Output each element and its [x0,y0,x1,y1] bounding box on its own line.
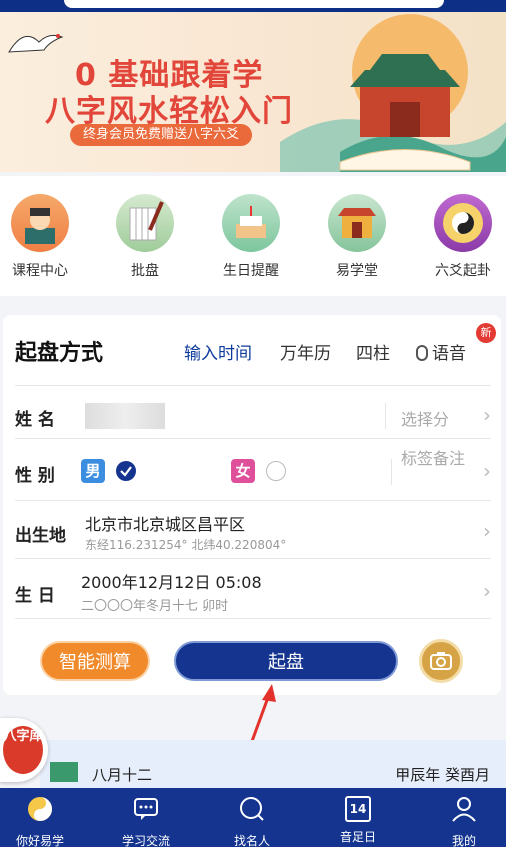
smart-calc-button[interactable]: 智能测算 [40,641,150,681]
female-option[interactable]: 女 [231,459,255,483]
checkmark-icon[interactable] [116,461,136,481]
nav-label: 音足日 [339,830,376,844]
divider [391,459,392,485]
nav-find[interactable]: 找名人 [212,796,292,847]
search-pill[interactable] [64,0,444,8]
calendar-icon: 14 [345,796,371,822]
form-title: 起盘方式 [15,341,104,366]
radio-unchecked-icon[interactable] [266,461,286,481]
top-bar [0,0,506,12]
lunar-day: 八月十二 [92,766,153,784]
nav-label: 找名人 [233,834,270,847]
brush-icon [116,194,174,252]
male-option[interactable]: 男 [81,459,105,483]
yin-yang-icon [28,797,52,821]
chevron-right-icon: › [483,403,491,427]
birthday-row[interactable]: 生 日 2000年12月12日 05:08 二〇〇〇年冬月十七 卯时 › [15,565,491,619]
nav-calendar[interactable]: 14 音足日 [318,796,398,845]
tab-calendar[interactable]: 万年历 [280,339,331,364]
divider [15,385,491,386]
icon-label: 批盘 [131,263,159,279]
temple-illustration [280,14,506,172]
search-icon [240,797,264,821]
liuyao-entry[interactable]: 六爻起卦 [418,194,506,280]
icon-label: 课程中心 [12,263,68,279]
name-field[interactable] [85,403,165,429]
chevron-right-icon: › [483,519,491,543]
lunar-date: 二〇〇〇年冬月十七 卯时 [81,599,229,614]
start-chart-label: 起盘 [268,652,304,673]
gender-label: 性 别 [15,466,55,486]
crane-icon [8,34,64,53]
birthplace-row[interactable]: 出生地 北京市北京城区昌平区 东经116.231254° 北纬40.220804… [15,505,491,559]
course-center-entry[interactable]: 课程中心 [0,194,85,280]
bagua-icon [434,194,492,252]
camera-icon [430,652,452,670]
nav-mine[interactable]: 我的 [424,796,504,847]
name-label: 姓 名 [15,410,55,430]
pipan-entry[interactable]: 批盘 [100,194,190,280]
teacher-icon [11,194,69,252]
divider [385,403,386,429]
nav-label: 我的 [451,834,476,847]
name-row: 姓 名 选择分 › [15,395,491,439]
chevron-right-icon: › [483,459,491,483]
calendar-strip[interactable]: 八月十二 甲辰年 癸酉月 [40,740,506,788]
birthplace-label: 出生地 [15,526,66,546]
bottom-nav: 你好易学 学习交流 找名人 14 音足日 我的 [0,788,506,847]
birth-date: 2000年12月12日 05:08 [81,573,262,592]
yixuetang-entry[interactable]: 易学堂 [312,194,402,280]
tab-input-time[interactable]: 输入时间 [184,339,252,364]
icon-label: 易学堂 [336,263,378,279]
coordinates: 东经116.231254° 北纬40.220804° [85,538,287,552]
gender-row: 性 别 男 女 标签备注 › [15,443,491,501]
banner-subtitle: 终身会员免费赠送八字六爻 [70,124,252,146]
temple-icon [328,194,386,252]
nav-label: 你好易学 [15,834,64,847]
chart-form-card: 起盘方式 输入时间 万年历 四柱 语音 新 姓 名 选择分 › 性 别 男 女 … [3,315,501,695]
tab-voice-label: 语音 [432,344,466,364]
camera-button[interactable] [419,639,463,683]
tag-note-button[interactable]: 标签备注 [401,447,465,471]
feature-icons: 课程中心 批盘 生日提醒 易学堂 六爻起卦 [0,176,506,296]
birthday-reminder-entry[interactable]: 生日提醒 [206,194,296,280]
bazi-library-badge[interactable]: 八字库 [0,718,48,782]
nav-study[interactable]: 学习交流 [106,796,186,847]
strip-icon [50,762,78,782]
select-group-button[interactable]: 选择分 [401,406,449,430]
nav-label: 学习交流 [121,834,170,847]
tab-voice[interactable]: 语音 [416,339,466,364]
start-chart-button[interactable]: 起盘 [174,641,398,681]
icon-label: 六爻起卦 [435,263,491,279]
microphone-icon [416,345,428,361]
cake-icon [222,194,280,252]
user-icon [452,797,476,822]
nav-home[interactable]: 你好易学 [0,796,80,847]
calendar-day: 14 [349,802,367,816]
icon-label: 生日提醒 [223,263,279,279]
chevron-right-icon: › [483,579,491,603]
birthplace-value: 北京市北京城区昌平区 [85,515,246,534]
badge-text: 八字库 [3,726,43,774]
promo-banner[interactable]: 0 基础跟着学 八字风水轻松入门 终身会员免费赠送八字六爻 [0,12,506,172]
birthday-label: 生 日 [15,586,55,606]
new-badge: 新 [476,323,496,343]
ganzhi-text: 甲辰年 癸酉月 [395,766,490,784]
chat-icon [134,798,158,820]
tab-four-pillars[interactable]: 四柱 [356,339,390,364]
